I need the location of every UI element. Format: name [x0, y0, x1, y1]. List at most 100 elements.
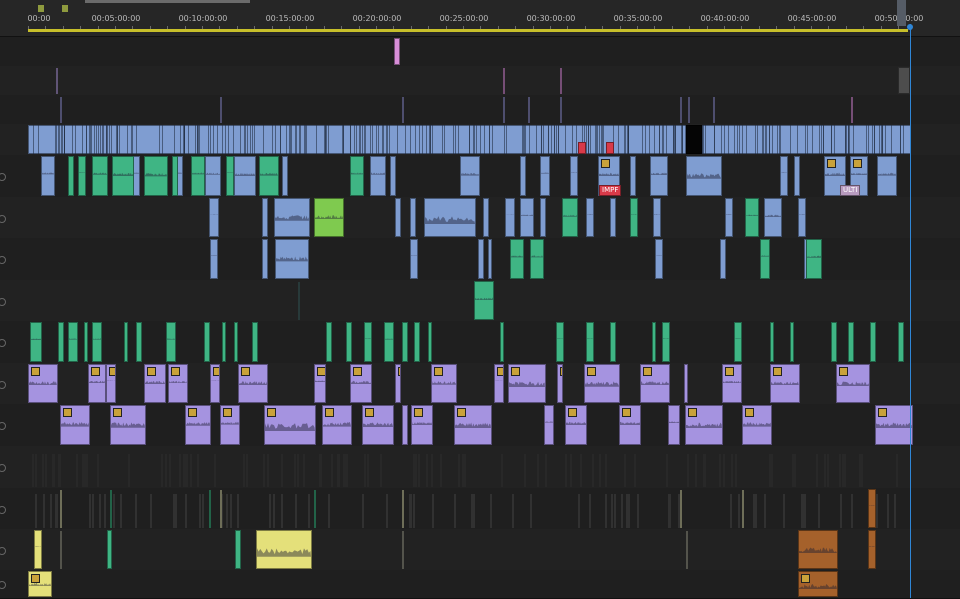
clip-edit-line[interactable] — [237, 494, 239, 528]
clip-edit-line[interactable] — [887, 494, 889, 528]
clip[interactable] — [262, 239, 268, 279]
track-v2[interactable]: IMPF ULTI — [0, 155, 960, 198]
clip-edit-line[interactable] — [611, 494, 613, 528]
clip-edit-line[interactable] — [570, 454, 572, 487]
clip[interactable] — [868, 530, 876, 569]
clip[interactable] — [483, 198, 489, 237]
clip-edit-line[interactable] — [818, 494, 820, 528]
clip-edit-line[interactable] — [545, 454, 547, 487]
clip[interactable] — [668, 405, 680, 445]
clip-edit-line[interactable] — [426, 454, 428, 487]
clip-edit-line[interactable] — [614, 494, 616, 528]
clip-edit-line[interactable] — [804, 494, 806, 528]
clip-edit-line[interactable] — [695, 454, 697, 487]
track-a7[interactable] — [0, 488, 960, 530]
clip-edit-line[interactable] — [308, 494, 310, 528]
clip-edit-line[interactable] — [764, 494, 766, 528]
clip[interactable] — [556, 322, 564, 362]
clip-edit-line[interactable] — [35, 454, 37, 487]
clip[interactable] — [798, 530, 838, 569]
track-toggle-icon[interactable] — [0, 297, 6, 306]
clip-edit-line[interactable] — [440, 454, 442, 487]
clip-edit-line[interactable] — [464, 454, 466, 487]
clip-edit-line[interactable] — [214, 454, 216, 487]
clip[interactable] — [136, 322, 142, 362]
clip-edit-line[interactable] — [503, 97, 505, 123]
clip[interactable] — [28, 364, 58, 403]
clip-edit-line[interactable] — [801, 494, 803, 528]
clip[interactable] — [350, 364, 372, 403]
track-v5[interactable] — [0, 66, 960, 96]
clip-title-ulti[interactable]: ULTI — [840, 185, 860, 196]
clip[interactable] — [745, 198, 759, 237]
clip[interactable] — [92, 156, 108, 196]
clip-edit-line[interactable] — [186, 454, 188, 487]
clip[interactable] — [402, 405, 408, 445]
clip-edit-line[interactable] — [60, 97, 62, 123]
clip[interactable] — [314, 364, 326, 403]
clip[interactable] — [92, 322, 102, 362]
clip-edit-line[interactable] — [669, 494, 671, 528]
clip[interactable] — [725, 198, 733, 237]
clip[interactable] — [510, 239, 524, 279]
clip-edit-line[interactable] — [314, 490, 316, 528]
clip-edit-line[interactable] — [703, 454, 705, 487]
clip[interactable] — [875, 405, 913, 445]
clip-edit-line[interactable] — [580, 454, 582, 487]
clip[interactable] — [720, 239, 726, 279]
clip-edit-line[interactable] — [97, 454, 99, 487]
clip-edit-line[interactable] — [755, 494, 757, 528]
track-toggle-icon[interactable] — [0, 339, 6, 347]
clip[interactable] — [88, 364, 106, 403]
clip-edit-line[interactable] — [783, 494, 785, 528]
clip[interactable] — [259, 156, 279, 196]
clip-edit-line[interactable] — [220, 97, 222, 123]
clip-edit-line[interactable] — [844, 454, 846, 487]
clip[interactable] — [610, 198, 616, 237]
clip-edit-line[interactable] — [524, 454, 526, 487]
clip-edit-line[interactable] — [99, 494, 101, 528]
clip[interactable] — [390, 156, 396, 196]
clip[interactable] — [350, 156, 364, 196]
clip-edit-line[interactable] — [599, 454, 601, 487]
clip-edit-line[interactable] — [851, 494, 853, 528]
clip-edit-line[interactable] — [896, 454, 898, 487]
clip[interactable] — [520, 198, 534, 237]
clip[interactable] — [282, 156, 288, 196]
clip-edit-line[interactable] — [199, 494, 201, 528]
track-toggle-icon[interactable] — [0, 173, 6, 181]
clip[interactable] — [794, 156, 800, 196]
clip[interactable] — [662, 322, 670, 362]
clip[interactable] — [770, 364, 800, 403]
clip-edit-line[interactable] — [605, 454, 607, 487]
clip[interactable] — [424, 198, 476, 237]
clip[interactable] — [410, 239, 418, 279]
clip-edit-line[interactable] — [827, 454, 829, 487]
clip[interactable] — [110, 405, 146, 445]
clip[interactable] — [346, 322, 352, 362]
clip-edit-line[interactable] — [415, 454, 417, 487]
clip-edit-line[interactable] — [120, 494, 122, 528]
clip[interactable] — [806, 239, 822, 279]
clip-edit-line[interactable] — [337, 454, 339, 487]
clip[interactable] — [428, 322, 432, 362]
clip-edit-line[interactable] — [624, 454, 626, 487]
clip-edit-line[interactable] — [185, 494, 187, 528]
clip-edit-line[interactable] — [560, 97, 562, 123]
timeline-panel[interactable]: 00:00 00:05:00:00 00:10:00:00 00:15:00:00 00… — [0, 0, 960, 599]
clip-edit-line[interactable] — [735, 454, 737, 487]
clip-edit-line[interactable] — [367, 454, 369, 487]
clip-edit-line[interactable] — [161, 454, 163, 487]
clip-edit-line[interactable] — [53, 454, 55, 487]
clip[interactable] — [630, 156, 636, 196]
clip[interactable] — [144, 156, 168, 196]
clip-edit-line[interactable] — [402, 531, 404, 569]
clip-edit-line[interactable] — [731, 454, 733, 487]
clip-edit-line[interactable] — [861, 454, 863, 487]
clip[interactable] — [28, 571, 52, 597]
clip-edit-line[interactable] — [634, 454, 636, 487]
track-v6[interactable] — [0, 37, 960, 67]
clip-edit-line[interactable] — [86, 454, 88, 487]
clip[interactable] — [326, 322, 332, 362]
track-v1[interactable] — [0, 197, 960, 239]
